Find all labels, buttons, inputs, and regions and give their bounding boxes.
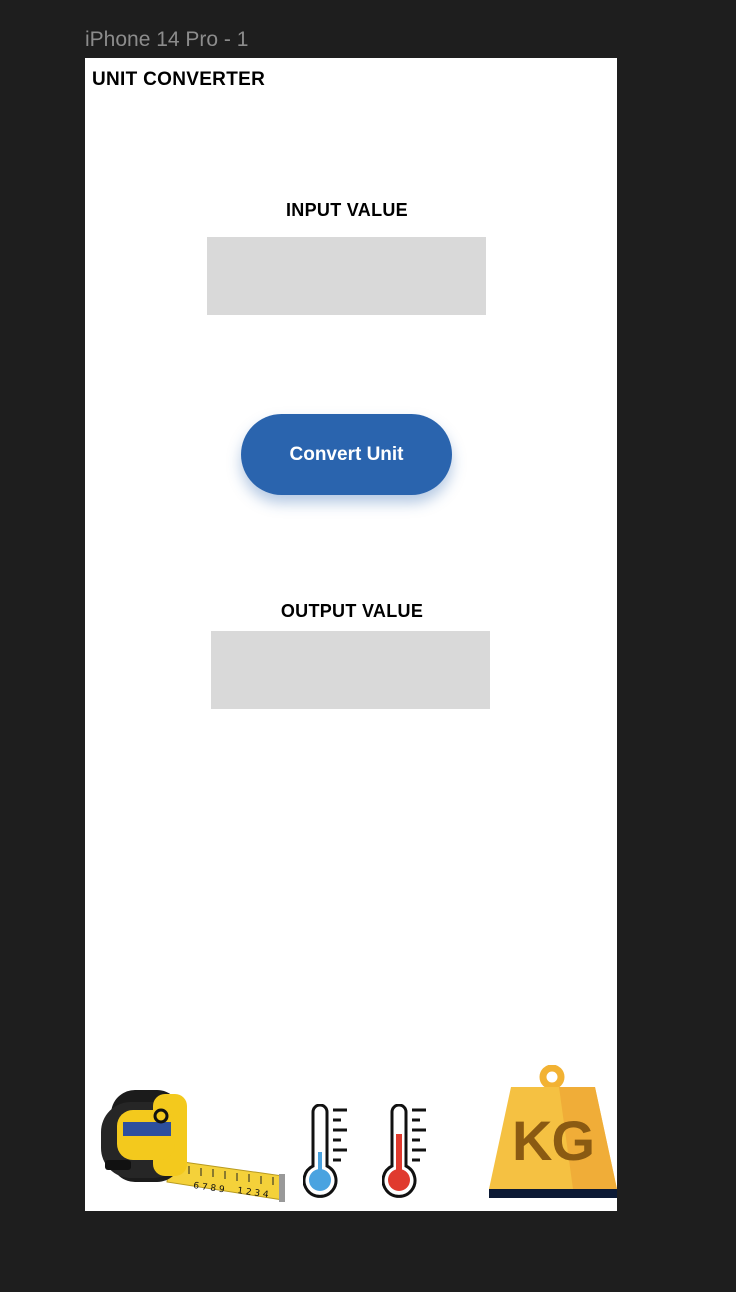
output-value-label: OUTPUT VALUE	[280, 601, 424, 621]
output-value-field	[211, 631, 490, 709]
thermometer-cold-icon	[302, 1103, 355, 1202]
tape-measure-icon: 6 7 8 9 1 2 3 4	[97, 1080, 287, 1208]
convert-unit-button[interactable]: Convert Unit	[241, 414, 452, 495]
kg-weight-icon: KG	[489, 1065, 617, 1198]
frame-label: iPhone 14 Pro - 1	[85, 28, 249, 51]
phone-screen: UNIT CONVERTER INPUT VALUE Convert Unit …	[85, 58, 617, 1211]
kg-label: KG	[512, 1109, 595, 1172]
input-value-label: INPUT VALUE	[286, 200, 408, 220]
thermometer-hot-icon	[381, 1103, 434, 1202]
app-title: UNIT CONVERTER	[92, 69, 266, 90]
input-value-field[interactable]	[207, 237, 486, 315]
